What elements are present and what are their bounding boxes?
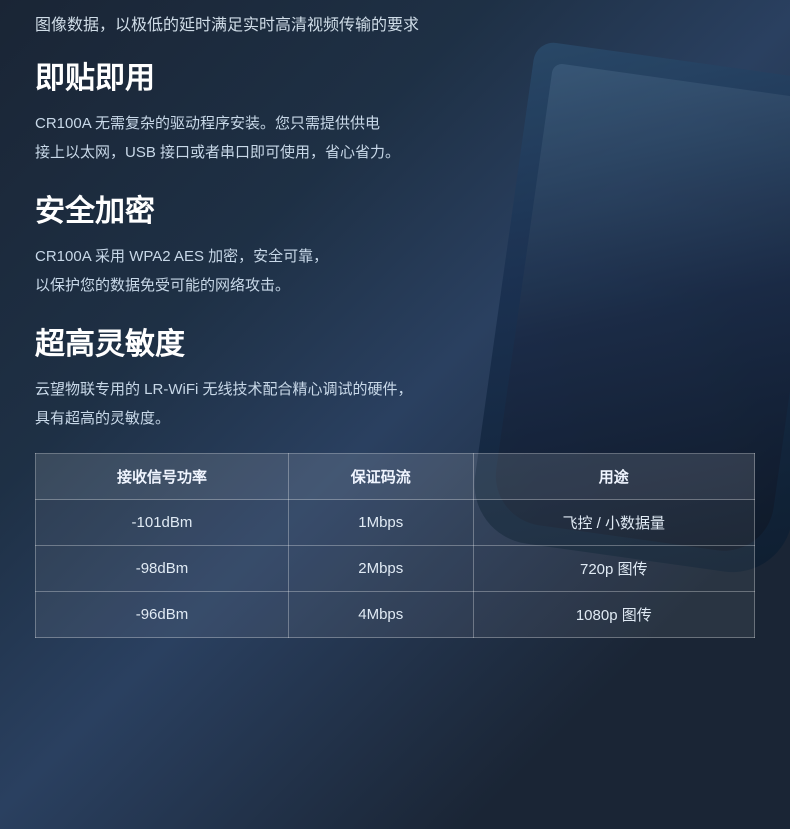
section-title-sensitivity: 超高灵敏度 xyxy=(35,325,755,364)
sensitivity-table: 接收信号功率 保证码流 用途 -101dBm 1Mbps 飞控 / 小数据量 -… xyxy=(35,453,755,638)
table-cell-usage-2: 720p 图传 xyxy=(473,546,754,592)
section-body-line-2: 接上以太网，USB 接口或者串口即可使用，省心省力。 xyxy=(35,139,755,168)
table-cell-bitrate-2: 2Mbps xyxy=(288,546,473,592)
section-body-security: CR100A 采用 WPA2 AES 加密，安全可靠， 以保护您的数据免受可能的… xyxy=(35,243,755,300)
section-body-sensitivity: 云望物联专用的 LR-WiFi 无线技术配合精心调试的硬件， 具有超高的灵敏度。 xyxy=(35,376,755,433)
table-header-bitrate: 保证码流 xyxy=(288,454,473,500)
section-body-security-line-2: 以保护您的数据免受可能的网络攻击。 xyxy=(35,272,755,301)
table-header-usage: 用途 xyxy=(473,454,754,500)
section-body-sensitivity-line-1: 云望物联专用的 LR-WiFi 无线技术配合精心调试的硬件， xyxy=(35,376,755,405)
section-body-line-1: CR100A 无需复杂的驱动程序安装。您只需提供供电 xyxy=(35,110,755,139)
section-body-sensitivity-line-2: 具有超高的灵敏度。 xyxy=(35,405,755,434)
table-header-signal: 接收信号功率 xyxy=(36,454,289,500)
section-body-security-line-1: CR100A 采用 WPA2 AES 加密，安全可靠， xyxy=(35,243,755,272)
section-title-security: 安全加密 xyxy=(35,192,755,231)
table-cell-usage-3: 1080p 图传 xyxy=(473,592,754,638)
section-body-plug-and-play: CR100A 无需复杂的驱动程序安装。您只需提供供电 接上以太网，USB 接口或… xyxy=(35,110,755,167)
table-cell-signal-2: -98dBm xyxy=(36,546,289,592)
table-container: 接收信号功率 保证码流 用途 -101dBm 1Mbps 飞控 / 小数据量 -… xyxy=(35,453,755,638)
table-cell-bitrate-1: 1Mbps xyxy=(288,500,473,546)
table-cell-signal-3: -96dBm xyxy=(36,592,289,638)
table-cell-bitrate-3: 4Mbps xyxy=(288,592,473,638)
intro-text: 图像数据，以极低的延时满足实时高清视频传输的要求 xyxy=(35,0,755,59)
section-sensitivity: 超高灵敏度 云望物联专用的 LR-WiFi 无线技术配合精心调试的硬件， 具有超… xyxy=(35,325,755,638)
section-plug-and-play: 即贴即用 CR100A 无需复杂的驱动程序安装。您只需提供供电 接上以太网，US… xyxy=(35,59,755,167)
table-cell-usage-1: 飞控 / 小数据量 xyxy=(473,500,754,546)
section-title-plug-and-play: 即贴即用 xyxy=(35,59,755,98)
main-content: 图像数据，以极低的延时满足实时高清视频传输的要求 即贴即用 CR100A 无需复… xyxy=(0,0,790,638)
table-cell-signal-1: -101dBm xyxy=(36,500,289,546)
table-header-row: 接收信号功率 保证码流 用途 xyxy=(36,454,755,500)
table-row: -98dBm 2Mbps 720p 图传 xyxy=(36,546,755,592)
table-row: -96dBm 4Mbps 1080p 图传 xyxy=(36,592,755,638)
section-security: 安全加密 CR100A 采用 WPA2 AES 加密，安全可靠， 以保护您的数据… xyxy=(35,192,755,300)
table-row: -101dBm 1Mbps 飞控 / 小数据量 xyxy=(36,500,755,546)
